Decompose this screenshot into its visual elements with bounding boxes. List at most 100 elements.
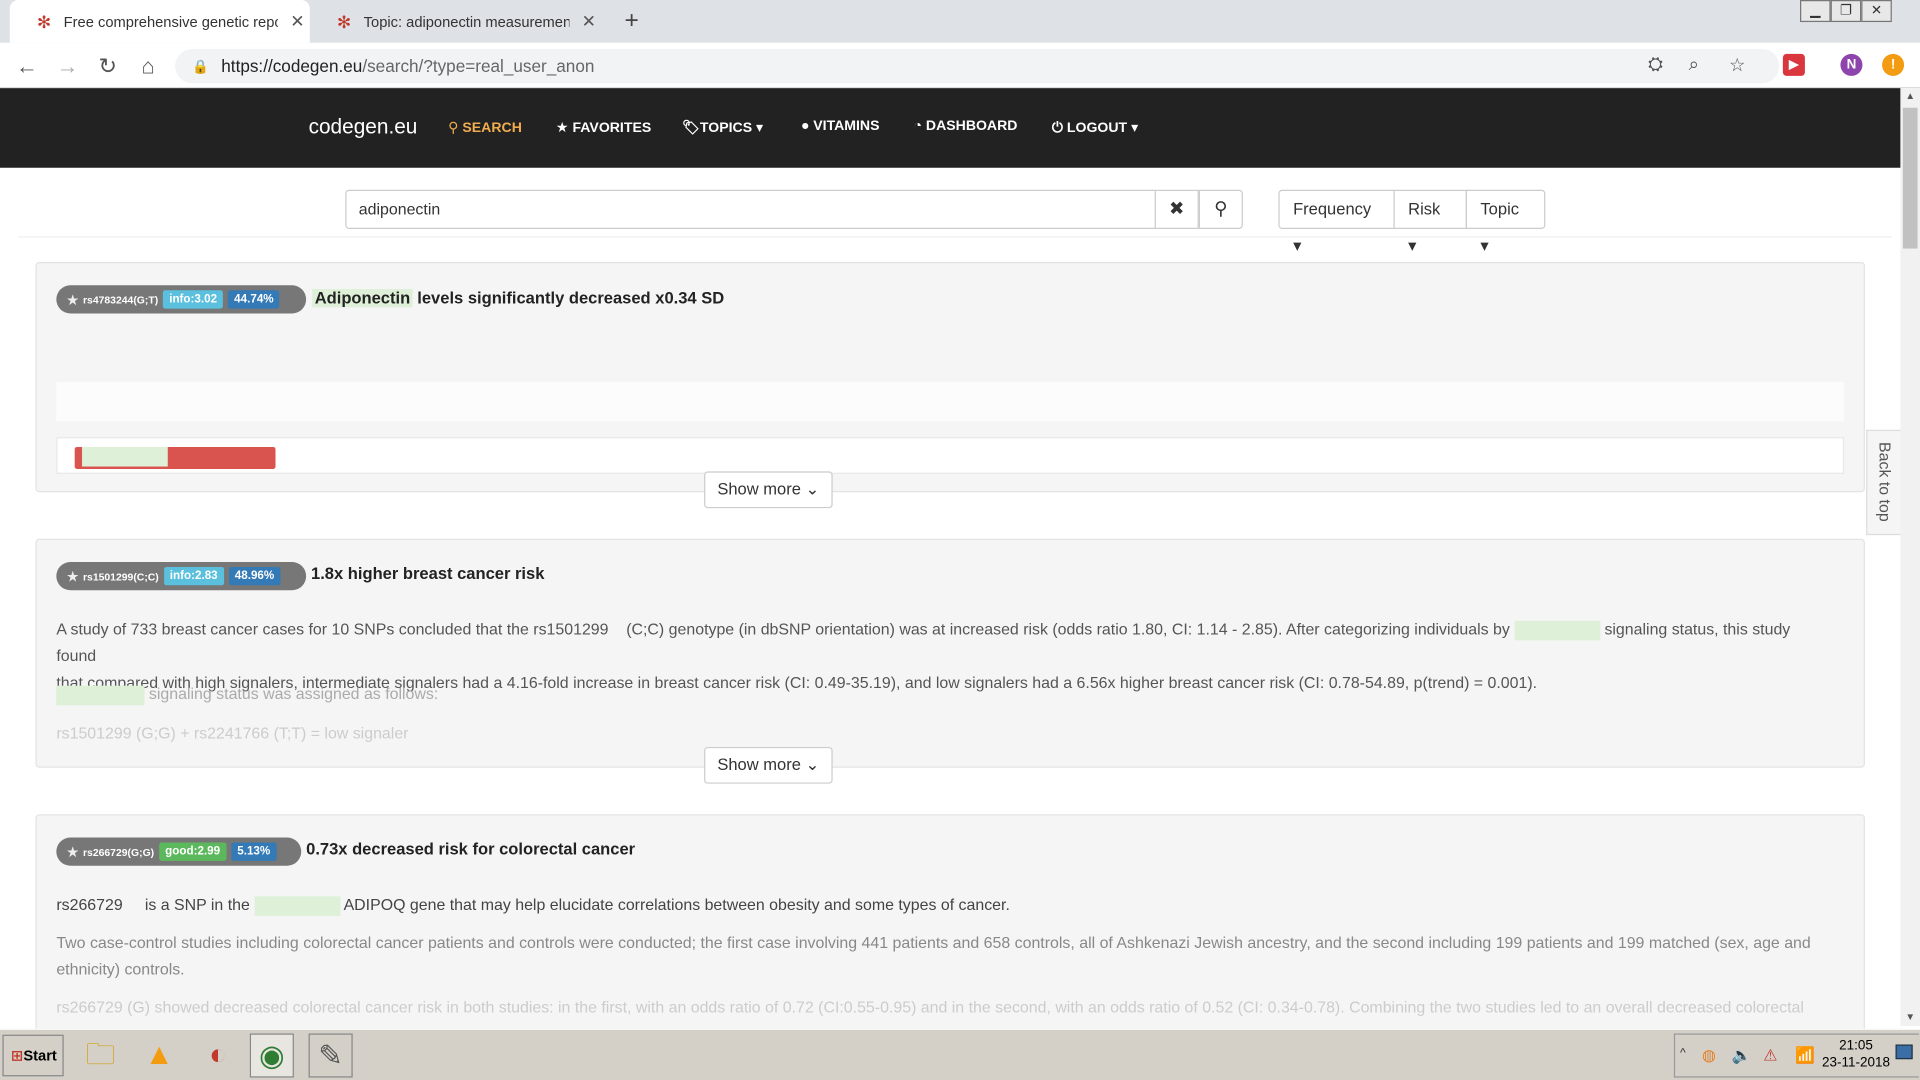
url-path: /search/?type=real_user_anon: [362, 56, 595, 76]
risk-dropdown[interactable]: Risk ▾: [1393, 189, 1467, 255]
risk-label: Risk: [1408, 199, 1441, 218]
ccleaner-icon[interactable]: ◐: [196, 1033, 240, 1077]
vlc-icon[interactable]: ▲: [137, 1033, 181, 1077]
search-input[interactable]: adiponectin: [345, 189, 1156, 229]
tab-title: Topic: adiponectin measurement | c: [363, 12, 570, 31]
tags-icon: 🏷: [682, 121, 700, 136]
nav-topics[interactable]: 🏷TOPICS ▾: [682, 119, 763, 136]
address-bar: ← → ↻ ⌂ 🔒 https://codegen.eu/search/?typ…: [0, 42, 1920, 89]
url-host: https://codegen.eu: [221, 56, 363, 76]
clock[interactable]: 21:05 23-11-2018: [1822, 1037, 1890, 1071]
star-icon: ★: [555, 121, 573, 136]
result-title[interactable]: 0.73x decreased risk for colorectal canc…: [306, 840, 635, 858]
close-tab-icon[interactable]: ✕: [290, 11, 304, 32]
quality-badge: info:3.02: [163, 290, 224, 309]
alert-icon[interactable]: ⚠: [1763, 1046, 1777, 1066]
translate-icon[interactable]: ⛭: [1648, 54, 1663, 75]
frequency-badge: 44.74%: [228, 290, 280, 309]
search-icon: ⚲: [1214, 198, 1228, 220]
network-icon[interactable]: ◍: [1702, 1046, 1716, 1066]
clock-time: 21:05: [1839, 1038, 1873, 1054]
nav-favorites[interactable]: ★ FAVORITES: [556, 119, 651, 136]
rsid: rs4783244(G;T): [82, 293, 159, 306]
close-tab-icon[interactable]: ✕: [582, 11, 596, 32]
reload-icon[interactable]: ↻: [93, 51, 122, 80]
home-icon[interactable]: ⌂: [133, 51, 162, 80]
gene-highlight: [56, 685, 145, 705]
show-more-button[interactable]: Show more ⌄: [704, 746, 833, 784]
frequency-bar-container: [56, 437, 1845, 474]
extension-icon[interactable]: ▶: [1782, 53, 1805, 76]
show-desktop-icon[interactable]: [1895, 1044, 1913, 1060]
taskbar: ⊞Start 🗀 ▲ ◐ ◉ ✎ ^ ◍ 🔈 ⚠ 📶 21:05 23-11-2…: [0, 1028, 1920, 1080]
tab-free-genetic-report[interactable]: ✻ Free comprehensive genetic report ✕: [9, 0, 310, 43]
topic-dropdown[interactable]: Topic ▾: [1465, 189, 1546, 255]
description-text: rs266729: [56, 895, 123, 914]
result-card: ★ rs1501299(C;C) info:2.83 48.96% 1.8x h…: [35, 538, 1865, 768]
codegen-favicon-icon: ✻: [36, 11, 52, 32]
volume-icon[interactable]: 🔈: [1731, 1046, 1751, 1066]
browser-window: ✻ Free comprehensive genetic report ✕ ✻ …: [0, 0, 1920, 1080]
file-explorer-icon[interactable]: 🗀: [78, 1033, 122, 1077]
close-window-icon[interactable]: ✕: [1861, 0, 1892, 23]
paint-icon[interactable]: ✎: [308, 1033, 353, 1078]
scroll-down-icon[interactable]: ▼: [1900, 1009, 1920, 1026]
clear-search-button[interactable]: ✖: [1154, 189, 1199, 229]
favorite-star-icon[interactable]: ★: [66, 568, 79, 585]
nav-vitamins[interactable]: ● VITAMINS: [801, 119, 880, 134]
result-description-faded: rs266729 (G) showed decreased colorectal…: [56, 997, 1804, 1017]
frequency-badge: 48.96%: [228, 566, 281, 586]
start-button[interactable]: ⊞Start: [2, 1034, 64, 1077]
scrollbar-thumb[interactable]: [1902, 107, 1918, 249]
favorite-star-icon[interactable]: ★: [66, 843, 79, 860]
back-to-top-button[interactable]: Back to top: [1866, 429, 1901, 536]
restore-icon[interactable]: ❐: [1830, 0, 1862, 23]
power-icon: ⏻: [1051, 121, 1067, 136]
show-more-label: Show more: [717, 480, 801, 499]
chevron-up-icon[interactable]: ^: [1680, 1047, 1686, 1060]
chevron-down-icon: ⌄: [805, 480, 820, 499]
caret-down-icon: ▾: [1293, 236, 1302, 255]
nav-logout[interactable]: ⏻ LOGOUT ▾: [1052, 119, 1138, 137]
forward-icon[interactable]: →: [53, 51, 82, 80]
result-title[interactable]: 1.8x higher breast cancer risk: [311, 564, 544, 582]
nav-search-label: SEARCH: [462, 121, 522, 136]
quality-badge: info:2.83: [163, 566, 224, 586]
chart-placeholder: [56, 382, 1845, 422]
update-alert-icon[interactable]: !: [1882, 53, 1905, 76]
snp-badge[interactable]: ★ rs4783244(G;T) info:3.02 44.74%: [56, 285, 307, 314]
show-more-button[interactable]: Show more ⌄: [704, 471, 833, 509]
minimize-icon[interactable]: ▁: [1800, 0, 1831, 23]
risk-bar: [74, 446, 276, 469]
frequency-dropdown[interactable]: Frequency ▾: [1278, 189, 1395, 255]
tab-topic-adiponectin[interactable]: ✻ Topic: adiponectin measurement | c ✕: [310, 0, 610, 43]
chevron-down-icon: ⌄: [805, 755, 820, 774]
clock-date: 23-11-2018: [1822, 1055, 1890, 1071]
result-title[interactable]: Adiponectin levels significantly decreas…: [312, 288, 724, 308]
brand-link[interactable]: codegen.eu: [309, 115, 418, 139]
profile-avatar[interactable]: N: [1840, 53, 1863, 76]
description-text: is a SNP in the: [144, 895, 250, 914]
zoom-icon[interactable]: ⌕: [1689, 54, 1699, 75]
snp-badge[interactable]: ★ rs1501299(C;C) info:2.83 48.96%: [56, 562, 307, 591]
new-tab-icon[interactable]: +: [624, 7, 638, 35]
nav-dashboard[interactable]: ◔ DASHBOARD: [913, 119, 1017, 134]
nav-vitamins-label: VITAMINS: [813, 118, 880, 134]
risk-bar-segment: [82, 446, 168, 467]
nav-search[interactable]: ⚲ SEARCH: [448, 119, 522, 136]
bookmark-star-icon[interactable]: ☆: [1729, 54, 1745, 76]
search-button[interactable]: ⚲: [1198, 189, 1243, 229]
back-icon[interactable]: ←: [12, 51, 41, 80]
favorite-star-icon[interactable]: ★: [66, 291, 79, 308]
snp-badge[interactable]: ★ rs266729(G;G) good:2.99 5.13%: [56, 837, 302, 866]
result-description-faded: Two case-control studies including color…: [56, 933, 1811, 979]
url-field[interactable]: 🔒 https://codegen.eu/search/?type=real_u…: [175, 48, 1780, 84]
result-card: ★ rs266729(G;G) good:2.99 5.13% 0.73x de…: [35, 814, 1865, 1047]
chrome-icon[interactable]: ◉: [249, 1033, 294, 1078]
rsid: rs1501299(C;C): [82, 570, 159, 583]
nav-topics-label: TOPICS: [699, 121, 753, 136]
windows-logo-icon: ⊞: [11, 1046, 24, 1065]
signal-icon[interactable]: 📶: [1795, 1046, 1815, 1066]
caret-down-icon: ▾: [752, 121, 764, 136]
scroll-up-icon[interactable]: ▲: [1900, 88, 1920, 105]
